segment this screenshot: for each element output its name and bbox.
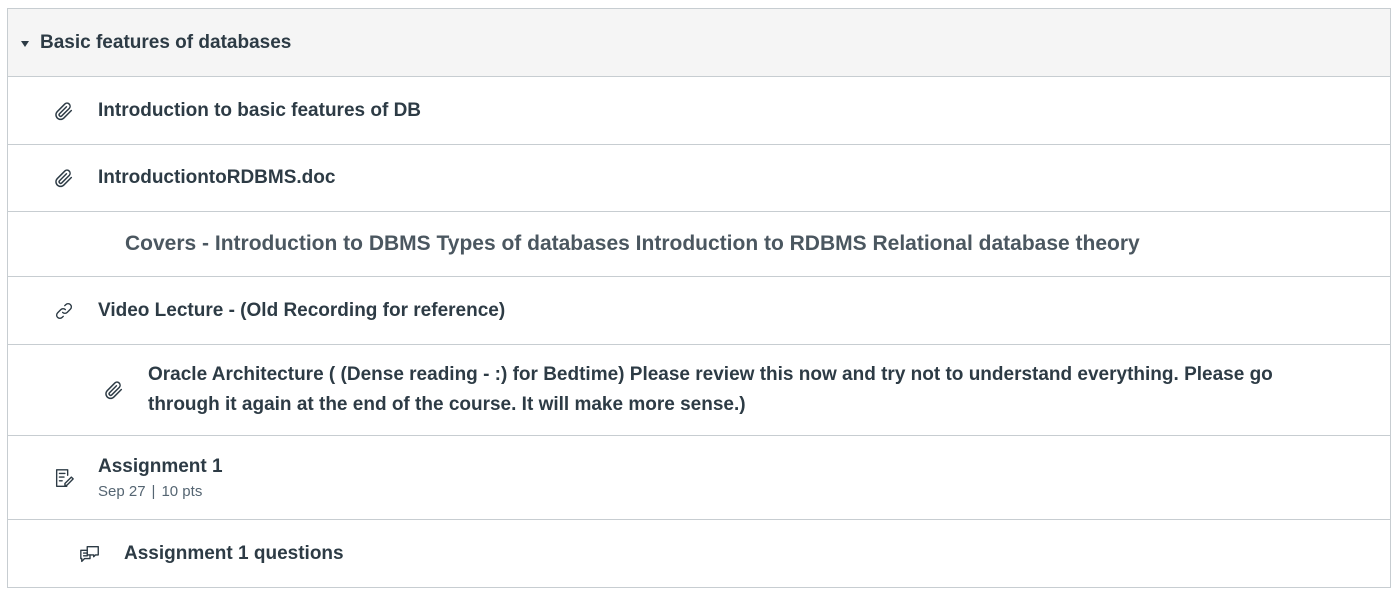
assignment-meta: Sep 27 | 10 pts bbox=[98, 483, 223, 500]
module-item-assignment: Assignment 1 Sep 27 | 10 pts bbox=[8, 436, 1390, 520]
assignment-icon bbox=[52, 466, 76, 490]
module-item-link[interactable]: Oracle Architecture ( (Dense reading - :… bbox=[148, 360, 1273, 420]
context-module: Basic features of databases Introduction… bbox=[7, 8, 1391, 588]
module-item-subheader: Covers - Introduction to DBMS Types of d… bbox=[8, 212, 1390, 277]
module-header[interactable]: Basic features of databases bbox=[8, 9, 1390, 77]
module-item-link[interactable]: Assignment 1 bbox=[98, 456, 223, 477]
module-item-discussion: Assignment 1 questions bbox=[8, 520, 1390, 587]
module-item-link[interactable]: Introduction to basic features of DB bbox=[98, 100, 421, 122]
module-item-link[interactable]: Assignment 1 questions bbox=[124, 543, 344, 565]
module-item-title-line: Oracle Architecture ( (Dense reading - :… bbox=[148, 364, 1273, 385]
module-item-link[interactable]: Video Lecture - (Old Recording for refer… bbox=[98, 300, 505, 322]
module-item-attachment: IntroductiontoRDBMS.doc bbox=[8, 145, 1390, 212]
meta-separator: | bbox=[151, 482, 156, 500]
discussion-icon bbox=[78, 542, 102, 566]
paperclip-icon bbox=[52, 166, 76, 190]
module-item-title-line: through it again at the end of the cours… bbox=[148, 394, 746, 415]
caret-down-icon[interactable] bbox=[21, 40, 29, 47]
module-item-link[interactable]: IntroductiontoRDBMS.doc bbox=[98, 167, 335, 189]
module-item-attachment: Oracle Architecture ( (Dense reading - :… bbox=[8, 345, 1390, 436]
points: 10 pts bbox=[161, 482, 203, 500]
subheader-text: Covers - Introduction to DBMS Types of d… bbox=[125, 232, 1140, 255]
due-date: Sep 27 bbox=[98, 482, 146, 500]
module-title: Basic features of databases bbox=[40, 31, 292, 53]
module-item-attachment: Introduction to basic features of DB bbox=[8, 77, 1390, 145]
paperclip-icon bbox=[102, 378, 126, 402]
module-item-external-link: Video Lecture - (Old Recording for refer… bbox=[8, 277, 1390, 345]
assignment-details: Assignment 1 Sep 27 | 10 pts bbox=[98, 456, 223, 500]
paperclip-icon bbox=[52, 99, 76, 123]
link-icon bbox=[52, 299, 76, 323]
